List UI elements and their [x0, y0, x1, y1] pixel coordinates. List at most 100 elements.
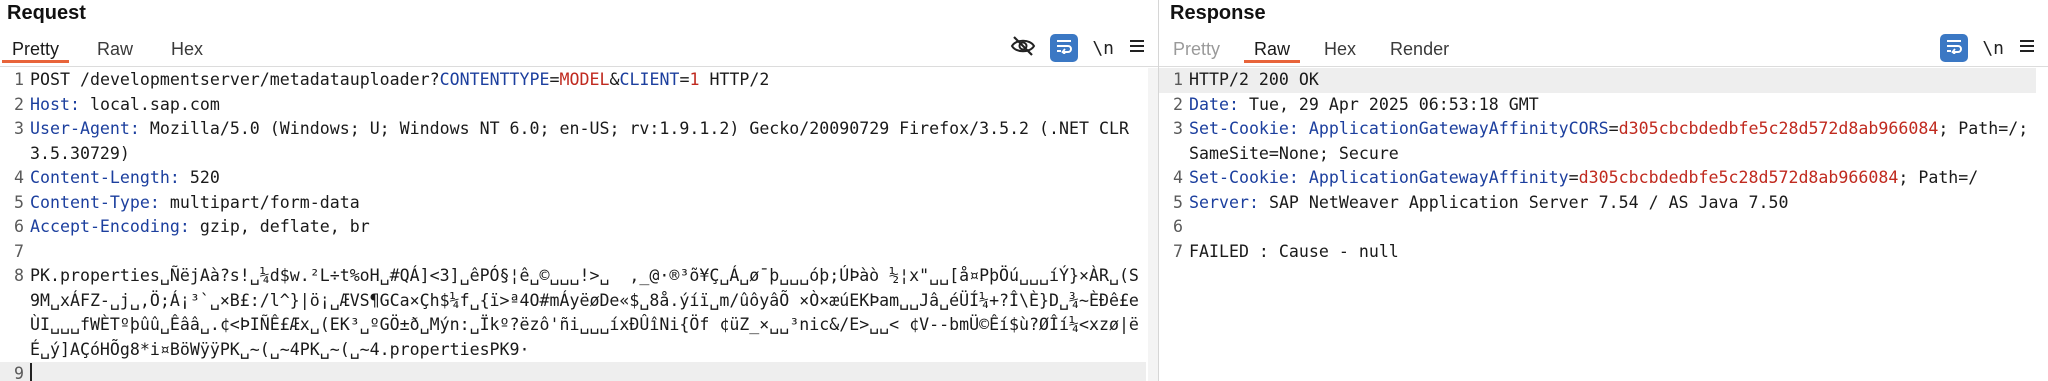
response-tab-divider — [1159, 66, 2048, 67]
request-line-5: 5 Content-Type: multipart/form-data — [0, 191, 1146, 216]
header-name: Set-Cookie — [1189, 168, 1289, 187]
line-number: 3 — [14, 119, 24, 138]
line-number: 6 — [14, 217, 24, 236]
header-name: Set-Cookie — [1189, 119, 1289, 138]
line-number: 2 — [14, 94, 24, 114]
newline-icon: \n — [1982, 37, 2004, 59]
newline-icon: \n — [1092, 37, 1114, 59]
header-value: Tue, 29 Apr 2025 06:53:18 GMT — [1248, 94, 1539, 114]
line-number: 8 — [14, 266, 24, 285]
response-body: FAILED : Cause - null — [1189, 241, 1399, 261]
response-menu-button[interactable] — [2018, 34, 2036, 62]
query-param-key: CONTENTTYPE — [439, 70, 550, 89]
request-line-9: 9 — [0, 362, 1146, 381]
response-tab-pretty[interactable]: Pretty — [1163, 36, 1230, 63]
show-newlines-button[interactable]: \n — [1092, 34, 1114, 62]
line-number: 4 — [14, 168, 24, 187]
request-tab-divider — [0, 66, 1158, 67]
header-value: multipart/form-data — [169, 192, 360, 212]
request-body: PK.properties␣ÑëjAà?s!␣¼d$w.²L÷t%oH␣#QÁ]… — [30, 266, 1139, 359]
request-tab-raw[interactable]: Raw — [87, 36, 143, 63]
cookie-name: ApplicationGatewayAffinity — [1308, 168, 1569, 187]
cookie-value: d305cbcbdedbfe5c28d572d8ab966084 — [1618, 119, 1939, 138]
request-line-4: 4 Content-Length: 520 — [0, 166, 1146, 191]
request-line-2: 2 Host: local.sap.com — [0, 93, 1146, 118]
line-number: 6 — [1173, 217, 1183, 236]
request-line-7: 7 — [0, 240, 1146, 265]
http-message-viewer: Request Pretty Raw Hex \n 1 POST /develo… — [0, 0, 2048, 381]
line-number: 7 — [1173, 241, 1183, 261]
header-name: Content-Length — [30, 168, 170, 187]
word-wrap-button[interactable] — [1940, 34, 1969, 62]
hamburger-menu-icon — [1128, 38, 1146, 59]
request-tabs: Pretty Raw Hex — [2, 36, 231, 66]
request-path: /developmentserver/metadatauploader? — [79, 70, 440, 89]
word-wrap-button[interactable] — [1050, 34, 1079, 62]
header-value: SAP NetWeaver Application Server 7.54 / … — [1268, 192, 1789, 212]
header-value: local.sap.com — [89, 94, 220, 114]
response-tabs: Pretty Raw Hex Render — [1163, 36, 1473, 66]
line-number: 5 — [14, 192, 24, 212]
request-scrollbar[interactable] — [1148, 68, 1158, 381]
response-line-5: 5 Server: SAP NetWeaver Application Serv… — [1159, 191, 2036, 216]
word-wrap-icon — [1055, 38, 1073, 59]
query-param-value: MODEL — [559, 70, 610, 89]
request-method: POST — [30, 70, 70, 89]
query-param-value: 1 — [689, 70, 700, 89]
line-number: 1 — [14, 70, 24, 89]
response-pane: Response Pretty Raw Hex Render \n 1 HTTP… — [1159, 0, 2048, 381]
request-line-1: 1 POST /developmentserver/metadataupload… — [0, 68, 1146, 93]
request-menu-button[interactable] — [1128, 34, 1146, 62]
response-line-2: 2 Date: Tue, 29 Apr 2025 06:53:18 GMT — [1159, 93, 2036, 118]
query-param-key: CLIENT — [619, 70, 680, 89]
response-tab-render[interactable]: Render — [1380, 36, 1459, 63]
eye-slash-icon — [1010, 35, 1036, 62]
response-tab-raw[interactable]: Raw — [1244, 36, 1301, 63]
response-toolbar: \n — [1926, 34, 2036, 62]
line-number: 9 — [14, 364, 24, 381]
request-pane: Request Pretty Raw Hex \n 1 POST /develo… — [0, 0, 1158, 381]
response-title: Response — [1170, 2, 1266, 24]
request-line-3: 3 User-Agent: Mozilla/5.0 (Windows; U; W… — [0, 117, 1146, 166]
header-value: gzip, deflate, br — [199, 217, 370, 236]
hide-nonprinting-button[interactable] — [1010, 34, 1036, 62]
request-tab-pretty[interactable]: Pretty — [2, 36, 70, 63]
response-line-6: 6 — [1159, 215, 2036, 240]
response-status: HTTP/2 200 OK — [1189, 70, 1319, 89]
cookie-attributes: ; Path=/ — [1898, 168, 1979, 187]
header-value: 520 — [189, 168, 220, 187]
text-cursor — [30, 363, 32, 381]
line-number: 7 — [14, 241, 24, 261]
show-newlines-button[interactable]: \n — [1982, 34, 2004, 62]
response-editor[interactable]: 1 HTTP/2 200 OK 2 Date: Tue, 29 Apr 2025… — [1159, 68, 2036, 264]
header-name: Server — [1189, 192, 1249, 212]
request-tab-hex[interactable]: Hex — [161, 36, 213, 63]
header-value: Mozilla/5.0 (Windows; U; Windows NT 6.0;… — [30, 119, 1139, 163]
request-title: Request — [7, 2, 86, 24]
response-line-7: 7 FAILED : Cause - null — [1159, 240, 2036, 265]
line-number: 3 — [1173, 119, 1183, 138]
line-number: 5 — [1173, 192, 1183, 212]
header-name: Date — [1189, 94, 1229, 114]
hamburger-menu-icon — [2018, 38, 2036, 59]
line-number: 4 — [1173, 168, 1183, 187]
request-protocol: HTTP/2 — [709, 70, 770, 89]
header-name: Accept-Encoding — [30, 217, 180, 236]
response-line-4: 4 Set-Cookie: ApplicationGatewayAffinity… — [1159, 166, 2036, 191]
word-wrap-icon — [1945, 38, 1963, 59]
request-editor[interactable]: 1 POST /developmentserver/metadataupload… — [0, 68, 1146, 381]
header-name: User-Agent — [30, 119, 130, 138]
request-line-8: 8 PK.properties␣ÑëjAà?s!␣¼d$w.²L÷t%oH␣#Q… — [0, 264, 1146, 362]
header-name: Content-Type — [30, 192, 150, 212]
cookie-value: d305cbcbdedbfe5c28d572d8ab966084 — [1578, 168, 1899, 187]
header-name: Host — [30, 94, 70, 114]
query-separator: & — [609, 70, 620, 89]
request-toolbar: \n — [996, 34, 1146, 62]
line-number: 1 — [1173, 70, 1183, 89]
request-line-6: 6 Accept-Encoding: gzip, deflate, br — [0, 215, 1146, 240]
cookie-name: ApplicationGatewayAffinityCORS — [1308, 119, 1609, 138]
response-tab-hex[interactable]: Hex — [1314, 36, 1366, 63]
line-number: 2 — [1173, 94, 1183, 114]
response-line-1: 1 HTTP/2 200 OK — [1159, 68, 2036, 93]
response-line-3: 3 Set-Cookie: ApplicationGatewayAffinity… — [1159, 117, 2036, 166]
